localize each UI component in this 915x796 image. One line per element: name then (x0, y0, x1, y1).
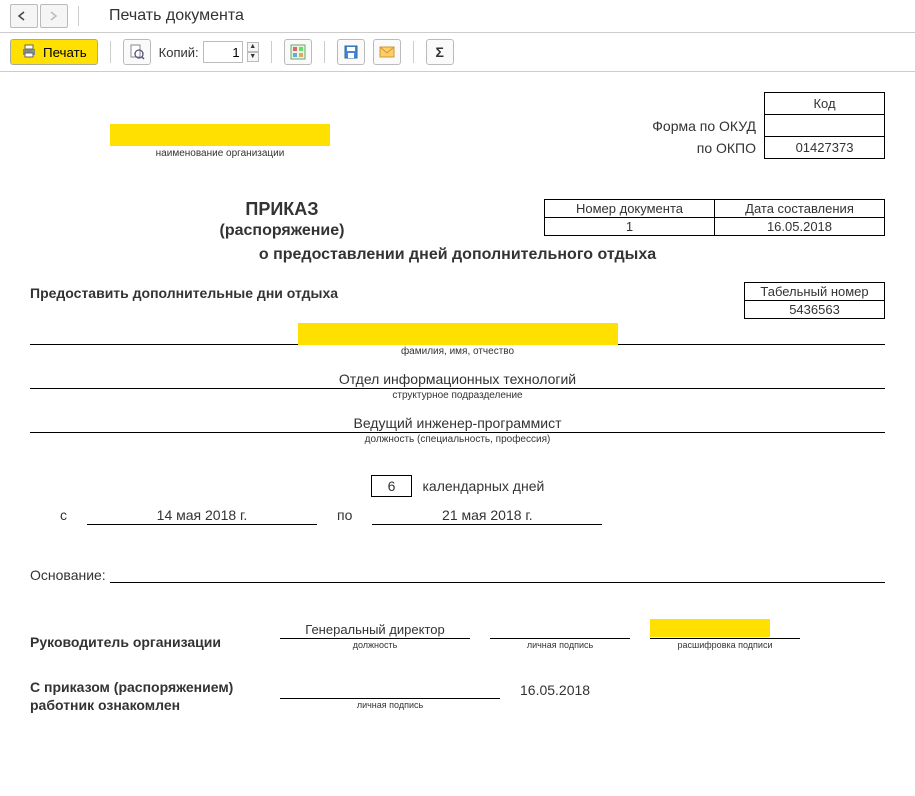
tabnum-table: Табельный номер 5436563 (744, 282, 885, 319)
title-bar: Печать документа (0, 0, 915, 33)
doc-num-value: 1 (545, 218, 715, 236)
head-position: Генеральный директор (280, 622, 470, 639)
forward-button[interactable] (40, 4, 68, 28)
org-caption: наименование организации (156, 148, 285, 159)
head-sign-line (490, 622, 630, 639)
ack-sign-line (280, 682, 500, 699)
okpo-value: 01427373 (765, 137, 885, 159)
settings-button[interactable] (284, 39, 312, 65)
head-decode-line (650, 619, 800, 639)
printer-icon (21, 44, 37, 61)
doc-date-value: 16.05.2018 (715, 218, 885, 236)
copies-input[interactable] (203, 41, 243, 63)
head-sign-caption: личная подпись (490, 640, 630, 650)
position-caption: должность (специальность, профессия) (30, 434, 885, 445)
toolbar: Печать Копий: ▲ ▼ Σ (0, 33, 915, 72)
form-okud-label: Форма по ОКУД (652, 115, 756, 137)
okud-value (765, 115, 885, 137)
ack-sign-caption: личная подпись (280, 700, 500, 710)
tabnum-value: 5436563 (745, 301, 885, 319)
preview-button[interactable] (123, 39, 151, 65)
print-label: Печать (43, 45, 87, 60)
from-date: 14 мая 2018 г. (87, 507, 317, 525)
head-decode-redacted (650, 619, 770, 637)
order-title: ПРИКАЗ (30, 199, 534, 220)
copies-control: Копий: ▲ ▼ (159, 41, 259, 63)
print-button[interactable]: Печать (10, 39, 98, 65)
head-decode-caption: расшифровка подписи (650, 640, 800, 650)
save-button[interactable] (337, 39, 365, 65)
back-button[interactable] (10, 4, 38, 28)
provide-text: Предоставить дополнительные дни отдыха (30, 282, 338, 301)
copies-label: Копий: (159, 45, 199, 60)
days-count: 6 (371, 475, 413, 497)
org-name-redacted (110, 124, 330, 146)
ack-date: 16.05.2018 (520, 682, 590, 698)
to-label: по (337, 507, 352, 523)
order-subtitle: (распоряжение) (30, 222, 534, 240)
copies-down[interactable]: ▼ (247, 52, 259, 62)
separator (110, 41, 111, 63)
basis-line (110, 565, 885, 583)
separator (324, 41, 325, 63)
copies-up[interactable]: ▲ (247, 42, 259, 52)
order-subject: о предоставлении дней дополнительного от… (30, 246, 885, 264)
numdate-table: Номер документа Дата составления 1 16.05… (544, 199, 885, 236)
fio-redacted (298, 323, 618, 345)
head-label: Руководитель организации (30, 634, 260, 650)
sum-button[interactable]: Σ (426, 39, 454, 65)
window-title: Печать документа (109, 7, 244, 25)
separator (271, 41, 272, 63)
head-pos-caption: должность (280, 640, 470, 650)
doc-date-header: Дата составления (715, 200, 885, 218)
sigma-icon: Σ (435, 44, 443, 60)
document-preview: наименование организации Форма по ОКУД п… (0, 72, 915, 744)
position-value: Ведущий инженер-программист (30, 415, 885, 433)
tabnum-header: Табельный номер (745, 283, 885, 301)
doc-num-header: Номер документа (545, 200, 715, 218)
separator (413, 41, 414, 63)
fio-caption: фамилия, имя, отчество (30, 346, 885, 357)
days-unit: календарных дней (422, 478, 544, 494)
ack-label: С приказом (распоряжением) работник озна… (30, 678, 260, 714)
codes-table: Код 01427373 (764, 92, 885, 159)
separator (78, 6, 79, 26)
department-value: Отдел информационных технологий (30, 371, 885, 389)
basis-label: Основание: (30, 567, 106, 583)
from-label: с (60, 507, 67, 523)
fio-line (30, 321, 885, 345)
to-date: 21 мая 2018 г. (372, 507, 602, 525)
email-button[interactable] (373, 39, 401, 65)
okpo-label: по ОКПО (652, 137, 756, 159)
department-caption: структурное подразделение (30, 390, 885, 401)
code-header: Код (765, 93, 885, 115)
